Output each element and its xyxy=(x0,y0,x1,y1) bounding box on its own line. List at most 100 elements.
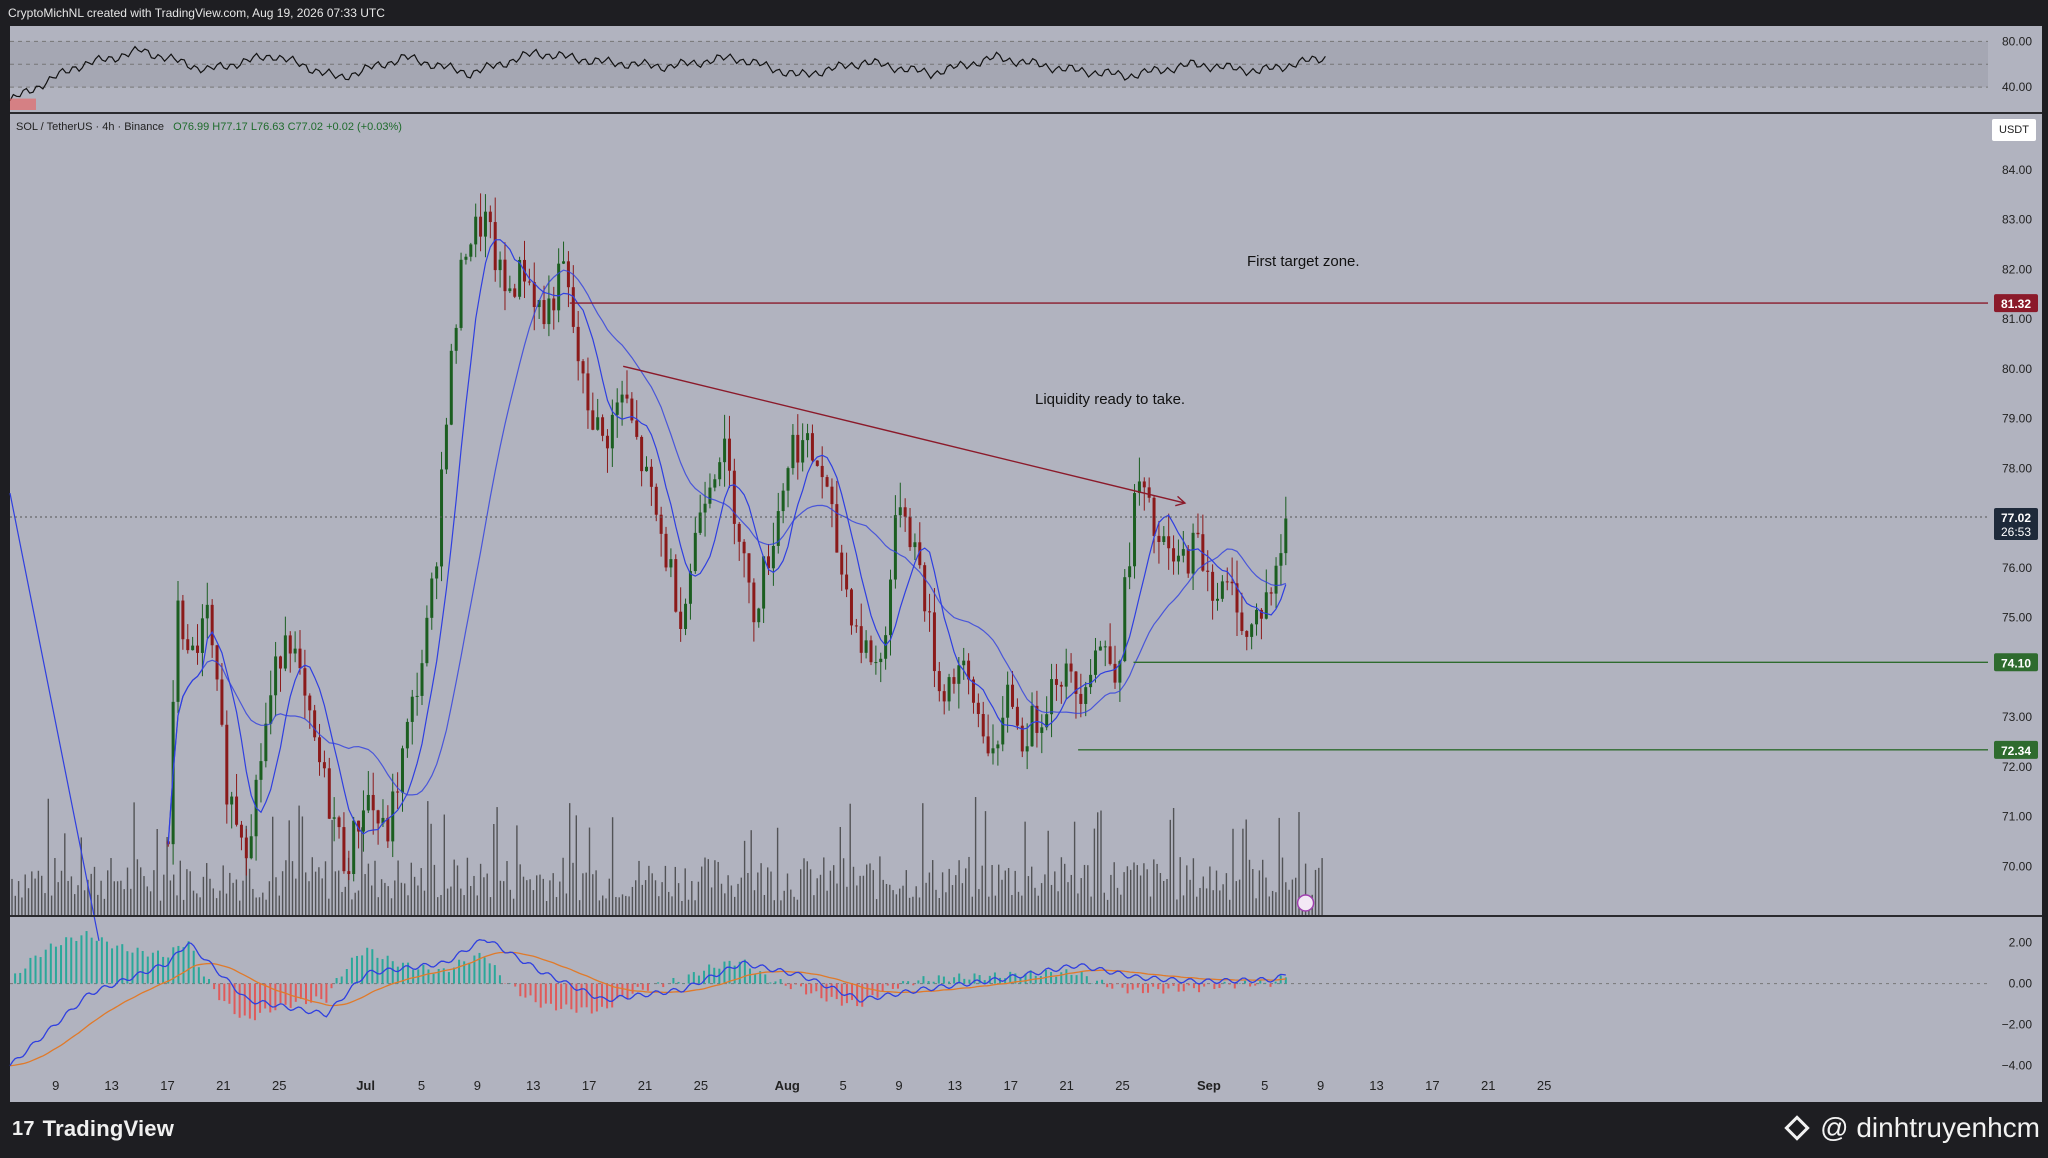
candle-body xyxy=(410,696,414,722)
candle-body xyxy=(586,373,590,411)
candle-body xyxy=(786,468,790,491)
candle-body xyxy=(698,512,702,533)
candle-body xyxy=(1284,518,1288,554)
time-tick-label: 5 xyxy=(1261,1078,1268,1093)
candle-body xyxy=(571,287,575,327)
candle-body xyxy=(1093,650,1097,675)
candle-body xyxy=(425,617,429,664)
candle-body xyxy=(879,658,883,663)
candle-body xyxy=(274,656,278,696)
candle-body xyxy=(601,417,605,436)
candle-body xyxy=(635,420,639,437)
candle-body xyxy=(1108,646,1112,664)
time-tick-label: 25 xyxy=(694,1078,708,1093)
time-tick-label: 21 xyxy=(216,1078,230,1093)
candle-body xyxy=(230,796,234,805)
candle-body xyxy=(884,635,888,659)
chart-svg: 84.00 83.00 82.00 81.00 80.00 79.00 78.00 76.00… xyxy=(9,34,2042,1093)
macd-tick-label: −2.00 xyxy=(2002,1018,2033,1032)
candle-body xyxy=(762,556,766,609)
candle-body xyxy=(400,748,404,793)
candle-body xyxy=(869,640,873,663)
candle-body xyxy=(908,516,912,548)
price-tick-label: 70.00 xyxy=(2002,859,2032,873)
candle-body xyxy=(781,490,785,512)
candle-body xyxy=(337,817,341,828)
candle-body xyxy=(1157,535,1161,543)
candle-body xyxy=(810,433,814,461)
candle-body xyxy=(898,507,902,516)
candle-body xyxy=(1172,548,1176,562)
candle-body xyxy=(1196,532,1200,535)
candle-body xyxy=(508,288,512,292)
candle-body xyxy=(957,665,961,684)
candle-body xyxy=(1040,727,1044,733)
time-tick-label: 25 xyxy=(1537,1078,1551,1093)
candle-body xyxy=(625,394,629,399)
candle-body xyxy=(835,504,839,553)
currency-badge[interactable]: USDT xyxy=(1992,119,2036,141)
candle-body xyxy=(386,817,390,842)
candle-body xyxy=(483,211,487,237)
candle-body xyxy=(415,695,419,697)
candle-body xyxy=(479,216,483,237)
time-tick-label: 9 xyxy=(474,1078,481,1093)
candle-body xyxy=(444,424,448,470)
time-tick-label: Aug xyxy=(775,1078,800,1093)
candle-body xyxy=(864,640,868,653)
time-tick-label: 25 xyxy=(272,1078,286,1093)
tradingview-logo[interactable]: 17 TradingView xyxy=(12,1116,174,1142)
price-tick-label: 83.00 xyxy=(2002,213,2032,227)
candle-body xyxy=(1128,566,1132,578)
candle-body xyxy=(513,288,517,297)
candle-body xyxy=(322,762,326,769)
candle-body xyxy=(718,462,722,480)
candle-body xyxy=(191,645,195,651)
candle-body xyxy=(1264,592,1268,619)
candle-body xyxy=(239,824,243,838)
candle-body xyxy=(1279,553,1283,566)
candle-body xyxy=(952,677,956,684)
candle-body xyxy=(1079,693,1083,704)
candle-body xyxy=(303,668,307,696)
candle-body xyxy=(645,466,649,472)
candle-body xyxy=(474,216,478,245)
time-tick-label: 9 xyxy=(1317,1078,1324,1093)
candle-body xyxy=(591,410,595,430)
candle-body xyxy=(1269,592,1273,594)
ma-slow-line xyxy=(167,269,1286,845)
ma-fast-line xyxy=(167,239,1287,845)
candle-body xyxy=(1240,612,1244,632)
candle-body xyxy=(235,796,239,825)
candle-body xyxy=(840,552,844,575)
candle-body xyxy=(1054,679,1058,685)
price-badge-label: 72.34 xyxy=(2001,744,2031,758)
candle-body xyxy=(361,810,365,832)
candle-body xyxy=(1069,663,1073,672)
price-tick-label: 75.00 xyxy=(2002,611,2032,625)
candle-body xyxy=(440,469,444,567)
candle-body xyxy=(615,402,619,415)
candle-body xyxy=(1147,487,1151,498)
candle-body xyxy=(205,604,209,619)
price-tick-label: 72.00 xyxy=(2002,760,2032,774)
axes: 84.00 83.00 82.00 81.00 80.00 79.00 78.00 76.00… xyxy=(52,34,2038,1093)
macd-panel xyxy=(9,931,1988,1067)
candle-body xyxy=(820,465,824,478)
candle-body xyxy=(664,533,668,568)
candle-body xyxy=(352,820,356,875)
candle-body xyxy=(679,611,683,629)
candle-body xyxy=(854,625,858,627)
candle-body xyxy=(1225,581,1229,583)
candle-body xyxy=(703,503,707,513)
candle-body xyxy=(791,434,795,469)
candle-body xyxy=(562,261,566,264)
alert-icon xyxy=(1296,894,1315,912)
candle-body xyxy=(732,470,736,524)
candle-body xyxy=(713,479,717,488)
time-tick-label: 17 xyxy=(160,1078,174,1093)
time-tick-label: 21 xyxy=(1059,1078,1073,1093)
macd-tick-label: −4.00 xyxy=(2002,1059,2033,1073)
candle-body xyxy=(742,541,746,554)
rsi-tick-label: 40.00 xyxy=(2002,80,2032,94)
